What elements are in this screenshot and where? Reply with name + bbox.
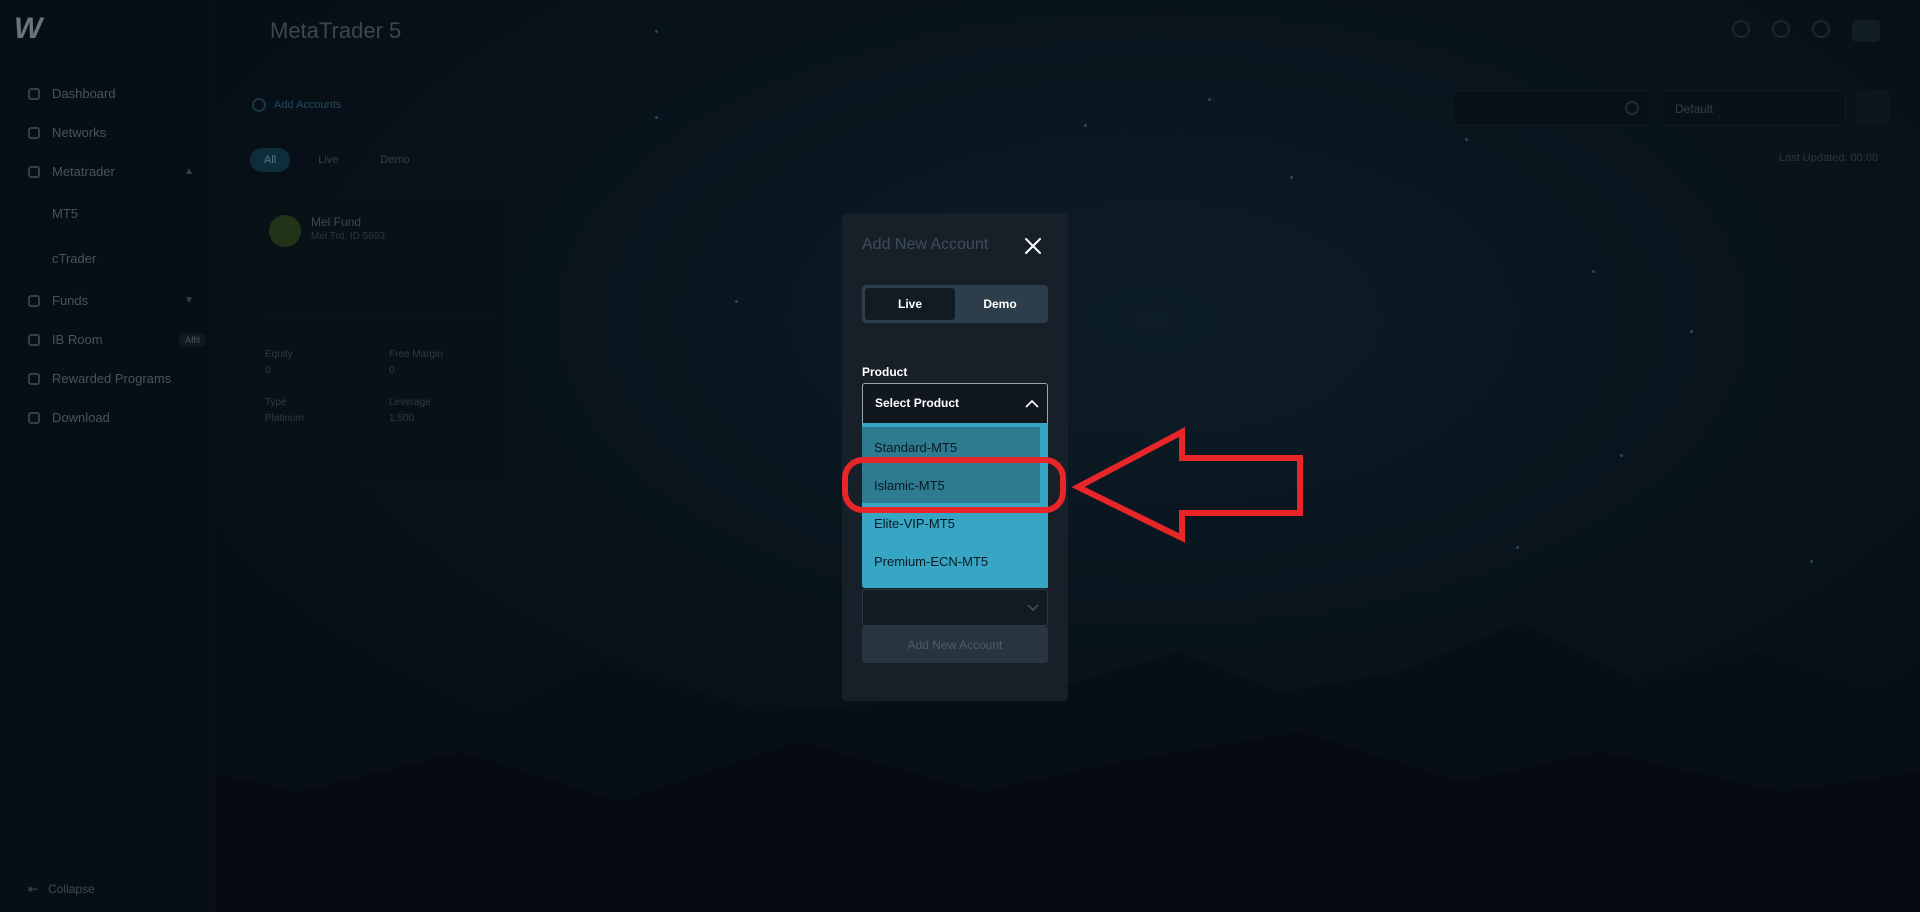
product-label: Product (862, 365, 908, 379)
add-new-account-button[interactable]: Add New Account (862, 626, 1048, 663)
product-select-value: Select Product (875, 396, 960, 410)
account-type-toggle: Live Demo (862, 285, 1048, 323)
dropdown-scrollbar[interactable] (1040, 423, 1048, 588)
chevron-up-icon (1025, 399, 1039, 408)
close-icon (1025, 238, 1041, 254)
product-select[interactable]: Select Product (862, 383, 1048, 423)
product-dropdown-list: Standard-MT5 Islamic-MT5 Elite-VIP-MT5 P… (862, 423, 1048, 588)
tab-demo[interactable]: Demo (955, 288, 1045, 320)
modal-title: Add New Account (862, 236, 989, 253)
secondary-select[interactable] (862, 589, 1048, 626)
chevron-down-icon (1027, 604, 1039, 611)
close-button[interactable] (1022, 235, 1044, 257)
tab-live[interactable]: Live (865, 288, 955, 320)
option-islamic-mt5[interactable]: Islamic-MT5 (862, 465, 1040, 503)
option-standard-mt5[interactable]: Standard-MT5 (862, 427, 1040, 465)
option-elite-vip-mt5[interactable]: Elite-VIP-MT5 (862, 503, 1040, 541)
option-premium-ecn-mt5[interactable]: Premium-ECN-MT5 (862, 541, 1040, 579)
